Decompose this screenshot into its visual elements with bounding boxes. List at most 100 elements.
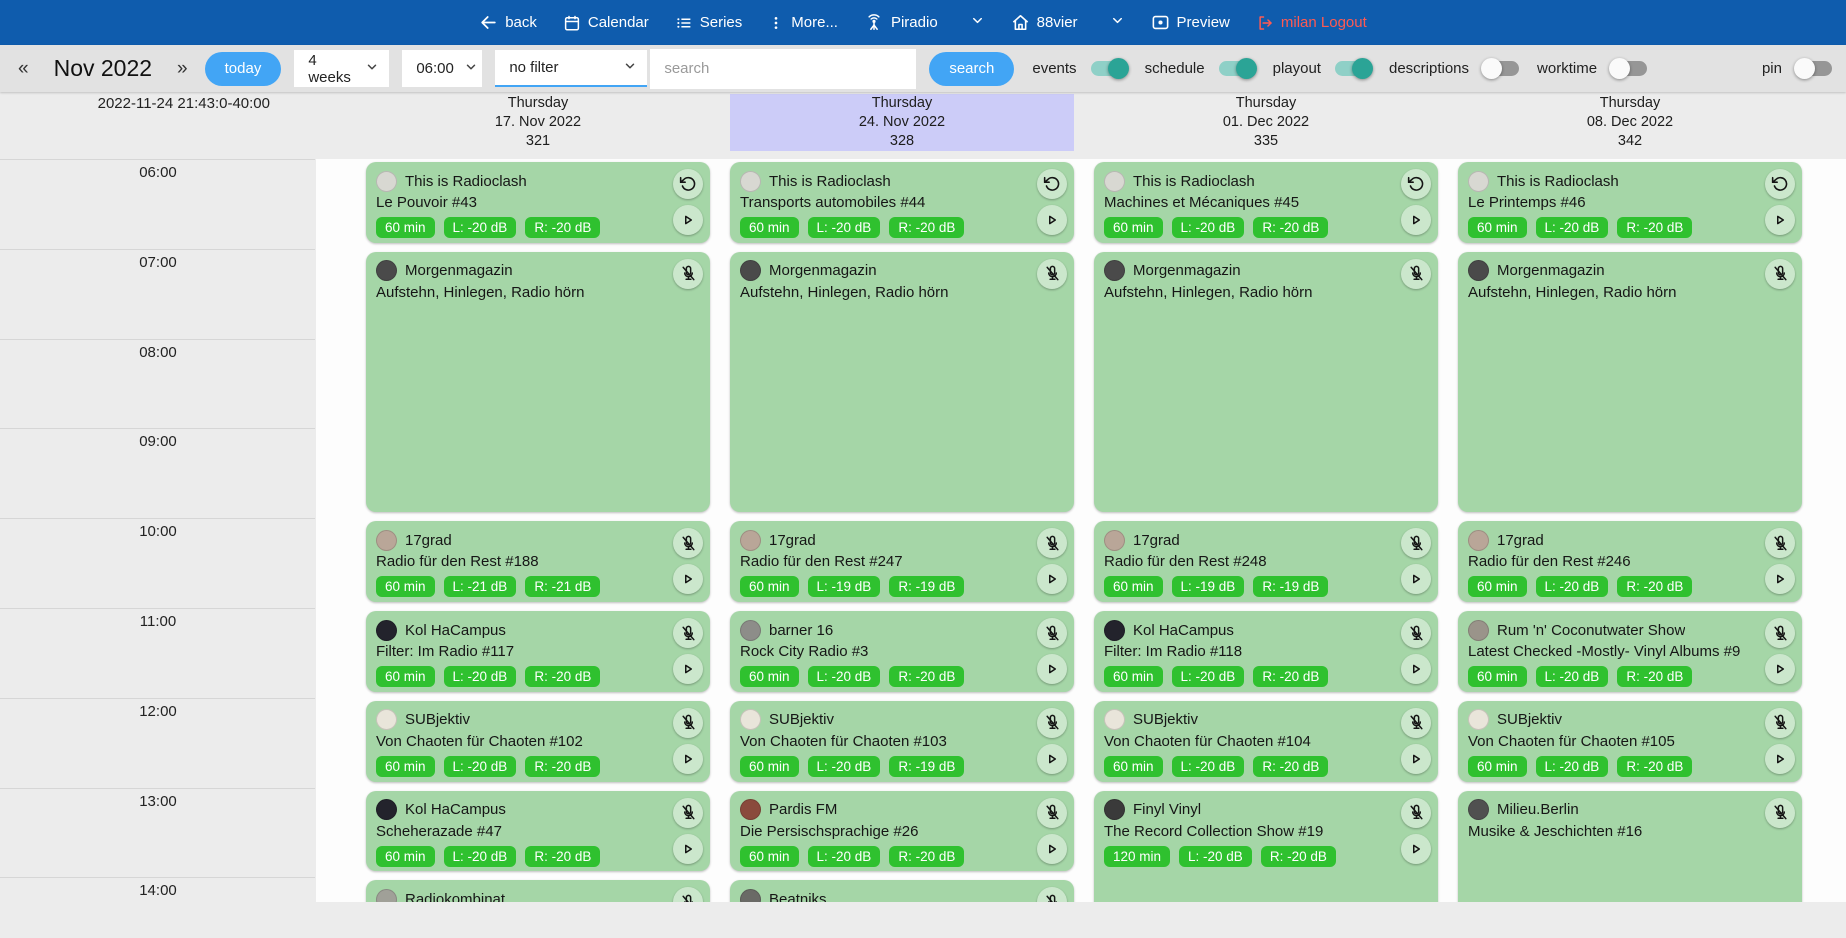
- mic-off-button[interactable]: [673, 259, 703, 289]
- day-column-header[interactable]: Thursday17. Nov 2022321: [366, 94, 710, 151]
- back-button[interactable]: back: [479, 13, 537, 32]
- mic-off-button[interactable]: [673, 708, 703, 738]
- mic-off-button[interactable]: [1401, 528, 1431, 558]
- nav-calendar[interactable]: Calendar: [563, 14, 649, 32]
- event-card[interactable]: barner 16Rock City Radio #360 minL: -20 …: [730, 611, 1074, 692]
- play-button[interactable]: [1037, 834, 1067, 864]
- start-time-select[interactable]: 06:00: [402, 50, 482, 87]
- play-button[interactable]: [1765, 654, 1795, 684]
- event-card[interactable]: 17gradRadio für den Rest #24760 minL: -1…: [730, 521, 1074, 602]
- toggle-events[interactable]: events: [1032, 60, 1126, 77]
- event-card[interactable]: Kol HaCampusScheherazade #4760 minL: -20…: [366, 791, 710, 872]
- event-card[interactable]: 17gradRadio für den Rest #18860 minL: -2…: [366, 521, 710, 602]
- mic-off-button[interactable]: [1765, 798, 1795, 828]
- toggle-playout[interactable]: playout: [1273, 60, 1371, 77]
- event-card[interactable]: Pardis FMDie Persischsprachige #2660 min…: [730, 791, 1074, 872]
- search-button[interactable]: search: [929, 52, 1014, 86]
- toggle-switch-worktime[interactable]: [1611, 61, 1647, 76]
- event-card[interactable]: Milieu.BerlinMusike & Jeschichten #16: [1458, 791, 1802, 902]
- toggle-descriptions[interactable]: descriptions: [1389, 60, 1519, 77]
- play-button[interactable]: [1037, 564, 1067, 594]
- play-button[interactable]: [1037, 654, 1067, 684]
- mic-off-button[interactable]: [1037, 618, 1067, 648]
- mic-off-button[interactable]: [673, 528, 703, 558]
- next-month-button[interactable]: »: [173, 58, 192, 80]
- toggle-switch-playout[interactable]: [1335, 61, 1371, 76]
- station-dropdown-chevron[interactable]: [970, 13, 985, 32]
- mic-off-button[interactable]: [1401, 259, 1431, 289]
- event-card[interactable]: MorgenmagazinAufstehn, Hinlegen, Radio h…: [1458, 252, 1802, 512]
- nav-channel[interactable]: 88vier: [1011, 13, 1078, 32]
- play-button[interactable]: [1765, 744, 1795, 774]
- prev-month-button[interactable]: «: [14, 58, 33, 80]
- day-column-header[interactable]: Thursday24. Nov 2022328: [730, 94, 1074, 151]
- repeat-button[interactable]: [1765, 169, 1795, 199]
- event-card[interactable]: SUBjektivVon Chaoten für Chaoten #10460 …: [1094, 701, 1438, 782]
- play-button[interactable]: [1037, 744, 1067, 774]
- mic-off-button[interactable]: [1037, 887, 1067, 902]
- channel-dropdown-chevron[interactable]: [1110, 13, 1125, 32]
- play-button[interactable]: [673, 564, 703, 594]
- event-card[interactable]: This is RadioclashMachines et Mécaniques…: [1094, 162, 1438, 243]
- mic-off-button[interactable]: [1765, 618, 1795, 648]
- event-card[interactable]: MorgenmagazinAufstehn, Hinlegen, Radio h…: [1094, 252, 1438, 512]
- event-card[interactable]: Radiokombinat: [366, 880, 710, 902]
- grid-scroll-area[interactable]: 06:0007:0008:0009:0010:0011:0012:0013:00…: [0, 159, 1846, 902]
- event-card[interactable]: SUBjektivVon Chaoten für Chaoten #10560 …: [1458, 701, 1802, 782]
- filter-select[interactable]: no filter: [495, 50, 647, 87]
- mic-off-button[interactable]: [1765, 528, 1795, 558]
- day-column-header[interactable]: Thursday01. Dec 2022335: [1094, 94, 1438, 151]
- search-input[interactable]: [650, 49, 916, 89]
- mic-off-button[interactable]: [1401, 798, 1431, 828]
- event-card[interactable]: 17gradRadio für den Rest #24860 minL: -1…: [1094, 521, 1438, 602]
- toggle-worktime[interactable]: worktime: [1537, 60, 1647, 77]
- play-button[interactable]: [1401, 564, 1431, 594]
- mic-off-button[interactable]: [1037, 708, 1067, 738]
- toggle-switch-schedule[interactable]: [1219, 61, 1255, 76]
- nav-preview[interactable]: Preview: [1151, 13, 1230, 32]
- nav-station[interactable]: Piradio: [864, 13, 938, 33]
- repeat-button[interactable]: [1401, 169, 1431, 199]
- event-card[interactable]: SUBjektivVon Chaoten für Chaoten #10360 …: [730, 701, 1074, 782]
- play-button[interactable]: [1401, 744, 1431, 774]
- event-card[interactable]: MorgenmagazinAufstehn, Hinlegen, Radio h…: [730, 252, 1074, 512]
- play-button[interactable]: [1037, 205, 1067, 235]
- nav-series[interactable]: Series: [675, 14, 743, 32]
- play-button[interactable]: [1401, 834, 1431, 864]
- today-button[interactable]: today: [205, 52, 282, 86]
- event-card[interactable]: Rum 'n' Coconutwater ShowLatest Checked …: [1458, 611, 1802, 692]
- mic-off-button[interactable]: [1037, 798, 1067, 828]
- play-button[interactable]: [1765, 564, 1795, 594]
- nav-more[interactable]: More...: [768, 14, 838, 32]
- mic-off-button[interactable]: [673, 887, 703, 902]
- repeat-button[interactable]: [673, 169, 703, 199]
- event-card[interactable]: This is RadioclashLe Pouvoir #4360 minL:…: [366, 162, 710, 243]
- event-card[interactable]: This is RadioclashLe Printemps #4660 min…: [1458, 162, 1802, 243]
- mic-off-button[interactable]: [1037, 528, 1067, 558]
- play-button[interactable]: [1401, 654, 1431, 684]
- mic-off-button[interactable]: [673, 618, 703, 648]
- mic-off-button[interactable]: [673, 798, 703, 828]
- day-column-header[interactable]: Thursday08. Dec 2022342: [1458, 94, 1802, 151]
- play-button[interactable]: [673, 205, 703, 235]
- play-button[interactable]: [673, 654, 703, 684]
- event-card[interactable]: Kol HaCampusFilter: Im Radio #11760 minL…: [366, 611, 710, 692]
- logout-button[interactable]: milan Logout: [1256, 14, 1367, 32]
- event-card[interactable]: 17gradRadio für den Rest #24660 minL: -2…: [1458, 521, 1802, 602]
- play-button[interactable]: [673, 834, 703, 864]
- event-card[interactable]: Finyl VinylThe Record Collection Show #1…: [1094, 791, 1438, 902]
- mic-off-button[interactable]: [1401, 618, 1431, 648]
- event-card[interactable]: Beatniks: [730, 880, 1074, 902]
- event-card[interactable]: Kol HaCampusFilter: Im Radio #11860 minL…: [1094, 611, 1438, 692]
- event-card[interactable]: SUBjektivVon Chaoten für Chaoten #10260 …: [366, 701, 710, 782]
- play-button[interactable]: [1401, 205, 1431, 235]
- play-button[interactable]: [1765, 205, 1795, 235]
- toggle-schedule[interactable]: schedule: [1145, 60, 1255, 77]
- mic-off-button[interactable]: [1765, 259, 1795, 289]
- play-button[interactable]: [673, 744, 703, 774]
- mic-off-button[interactable]: [1037, 259, 1067, 289]
- mic-off-button[interactable]: [1765, 708, 1795, 738]
- event-card[interactable]: This is RadioclashTransports automobiles…: [730, 162, 1074, 243]
- toggle-switch-pin[interactable]: [1796, 61, 1832, 76]
- toggle-switch-events[interactable]: [1091, 61, 1127, 76]
